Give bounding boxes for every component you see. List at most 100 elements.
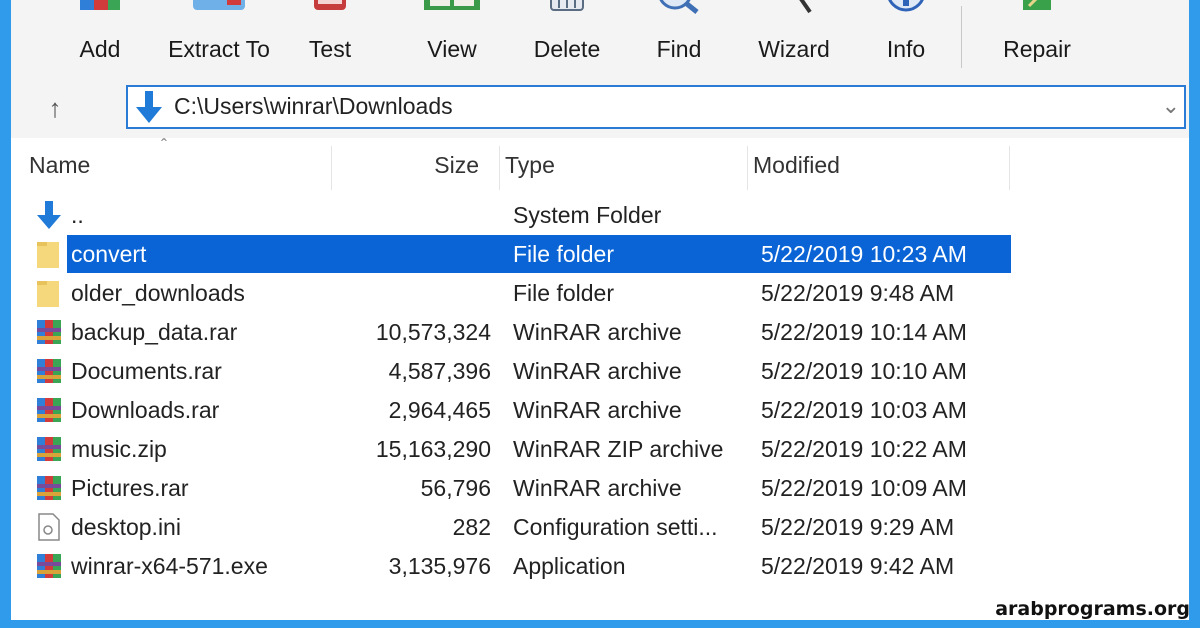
add-label: Add xyxy=(79,36,121,62)
file-row[interactable]: .. System Folder xyxy=(21,196,1011,234)
wizard-icon xyxy=(799,0,812,14)
repair-button[interactable]: Repair xyxy=(982,0,1092,78)
delete-label: Delete xyxy=(533,36,601,62)
file-row[interactable]: Documents.rar 4,587,396 WinRAR archive 5/22… xyxy=(21,352,1011,390)
file-modified: 5/22/2019 10:09 AM xyxy=(761,475,967,501)
rar-archive-icon xyxy=(37,554,61,578)
test-label: Test xyxy=(308,36,352,62)
file-modified: 5/22/2019 10:03 AM xyxy=(761,397,967,423)
address-path: C:\Users\winrar\Downloads xyxy=(174,93,453,119)
rar-archive-icon xyxy=(37,476,61,500)
address-row: ↑ C:\Users\winrar\Downloads ⌄ xyxy=(11,80,1189,138)
repair-icon xyxy=(1023,0,1051,10)
file-modified: 5/22/2019 10:22 AM xyxy=(761,436,967,462)
file-type: WinRAR archive xyxy=(513,475,682,501)
delete-icon xyxy=(550,0,584,11)
file-size: 282 xyxy=(452,514,491,540)
column-divider xyxy=(499,146,500,190)
delete-button[interactable]: Delete xyxy=(512,0,622,78)
file-row[interactable]: music.zip 15,163,290 WinRAR ZIP archive 5/2… xyxy=(21,430,1011,468)
file-type: WinRAR archive xyxy=(513,397,682,423)
file-modified: 5/22/2019 10:23 AM xyxy=(761,241,967,267)
file-type: System Folder xyxy=(513,202,662,228)
file-list: ˆ Name Size Type Modified .. System Folde… xyxy=(11,136,1189,620)
watermark: arabprograms.org xyxy=(995,598,1190,620)
toolbar: Add Extract To Test View Delete Find Wiz… xyxy=(11,0,1189,80)
file-type: WinRAR ZIP archive xyxy=(513,436,724,462)
column-header-size[interactable]: Size xyxy=(311,152,479,179)
add-icon xyxy=(80,0,120,10)
file-size: 4,587,396 xyxy=(388,358,491,384)
address-bar[interactable]: C:\Users\winrar\Downloads ⌄ xyxy=(126,85,1186,129)
file-row[interactable]: winrar-x64-571.exe 3,135,976 Application 5/… xyxy=(21,547,1011,585)
file-name: desktop.ini xyxy=(71,514,181,540)
settings-file-icon xyxy=(38,513,60,541)
wizard-button[interactable]: Wizard xyxy=(739,0,849,78)
file-name: .. xyxy=(71,202,84,228)
rar-archive-icon xyxy=(37,320,61,344)
file-size: 56,796 xyxy=(420,475,491,501)
extract-to-icon xyxy=(193,0,245,10)
rar-archive-icon xyxy=(37,359,61,383)
wizard-label: Wizard xyxy=(758,36,830,62)
file-modified: 5/22/2019 9:48 AM xyxy=(761,280,955,306)
file-type: Configuration setti... xyxy=(513,514,718,540)
view-icon xyxy=(424,0,480,10)
file-name: backup_data.rar xyxy=(71,319,238,345)
test-icon xyxy=(314,0,346,10)
find-icon xyxy=(659,0,699,14)
info-icon xyxy=(888,0,924,12)
file-row[interactable]: convert File folder 5/22/2019 10:23 AM xyxy=(21,235,1011,273)
toolbar-divider xyxy=(961,6,962,68)
file-name: music.zip xyxy=(71,436,167,462)
view-button[interactable]: View xyxy=(397,0,507,78)
find-label: Find xyxy=(656,36,702,62)
column-header-type[interactable]: Type xyxy=(505,152,555,179)
column-divider xyxy=(747,146,748,190)
sort-ascending-icon: ˆ xyxy=(161,136,167,156)
file-type: WinRAR archive xyxy=(513,319,682,345)
extract-to-button[interactable]: Extract To xyxy=(154,0,284,78)
file-row[interactable]: older_downloads File folder 5/22/2019 9:48… xyxy=(21,274,1011,312)
file-name: older_downloads xyxy=(71,280,245,306)
file-name: Documents.rar xyxy=(71,358,222,384)
extract-to-label: Extract To xyxy=(168,36,270,62)
file-modified: 5/22/2019 10:10 AM xyxy=(761,358,967,384)
file-row[interactable]: desktop.ini 282 Configuration setti... 5/22… xyxy=(21,508,1011,546)
test-button[interactable]: Test xyxy=(275,0,385,78)
file-type: File folder xyxy=(513,241,614,267)
up-arrow-icon[interactable]: ↑ xyxy=(37,92,73,124)
folder-icon xyxy=(37,242,59,268)
file-size: 2,964,465 xyxy=(388,397,491,423)
file-type: WinRAR archive xyxy=(513,358,682,384)
info-button[interactable]: Info xyxy=(851,0,961,78)
find-button[interactable]: Find xyxy=(624,0,734,78)
add-button[interactable]: Add xyxy=(45,0,155,78)
file-name: convert xyxy=(71,241,147,267)
winrar-window: Add Extract To Test View Delete Find Wiz… xyxy=(11,0,1189,620)
file-name: winrar-x64-571.exe xyxy=(71,553,268,579)
file-name: Downloads.rar xyxy=(71,397,220,423)
file-row[interactable]: backup_data.rar 10,573,324 WinRAR archive 5… xyxy=(21,313,1011,351)
column-header-modified[interactable]: Modified xyxy=(753,152,840,179)
view-label: View xyxy=(427,36,477,62)
file-modified: 5/22/2019 10:14 AM xyxy=(761,319,967,345)
download-arrow-icon xyxy=(136,91,162,123)
folder-icon xyxy=(37,281,59,307)
file-type: Application xyxy=(513,553,626,579)
repair-label: Repair xyxy=(1003,36,1071,62)
column-header-name[interactable]: Name xyxy=(29,152,90,179)
file-modified: 5/22/2019 9:29 AM xyxy=(761,514,955,540)
file-size: 10,573,324 xyxy=(375,319,491,345)
file-row[interactable]: Downloads.rar 2,964,465 WinRAR archive 5/22… xyxy=(21,391,1011,429)
chevron-down-icon[interactable]: ⌄ xyxy=(1162,93,1180,119)
file-modified: 5/22/2019 9:42 AM xyxy=(761,553,955,579)
file-size: 15,163,290 xyxy=(375,436,491,462)
column-divider xyxy=(1009,146,1010,190)
file-name: Pictures.rar xyxy=(71,475,189,501)
file-size: 3,135,976 xyxy=(388,553,491,579)
rar-archive-icon xyxy=(37,437,61,461)
file-row[interactable]: Pictures.rar 56,796 WinRAR archive 5/22/201… xyxy=(21,469,1011,507)
file-type: File folder xyxy=(513,280,614,306)
rar-archive-icon xyxy=(37,398,61,422)
